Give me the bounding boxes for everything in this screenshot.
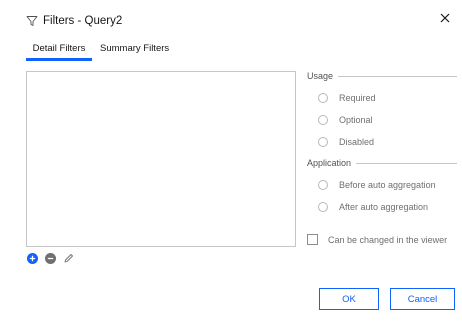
radio-label: Disabled: [339, 137, 375, 147]
cancel-button[interactable]: Cancel: [390, 288, 455, 310]
dialog-title: Filters - Query2: [43, 15, 123, 27]
radio-before-auto-aggregation[interactable]: Before auto aggregation: [318, 179, 436, 191]
radio-circle[interactable]: [318, 115, 328, 125]
radio-label: After auto aggregation: [339, 202, 429, 212]
usage-divider: [338, 75, 457, 77]
radio-circle[interactable]: [318, 180, 328, 190]
application-heading: Application: [307, 157, 457, 169]
radio-circle[interactable]: [318, 137, 328, 147]
ok-button[interactable]: OK: [319, 288, 379, 310]
viewer-checkbox-row[interactable]: Can be changed in the viewer: [307, 234, 447, 245]
radio-circle[interactable]: [318, 202, 328, 212]
usage-heading: Usage: [307, 70, 457, 82]
filter-actions: [27, 253, 74, 264]
application-divider: [356, 162, 457, 164]
radio-disabled[interactable]: Disabled: [318, 136, 374, 148]
close-icon: [440, 10, 450, 28]
edit-icon[interactable]: [63, 253, 74, 264]
filter-list[interactable]: [26, 71, 296, 247]
radio-optional[interactable]: Optional: [318, 114, 373, 126]
radio-circle[interactable]: [318, 93, 328, 103]
radio-required[interactable]: Required: [318, 92, 376, 104]
add-icon[interactable]: [27, 253, 38, 264]
tab-detail-filters[interactable]: Detail Filters: [26, 41, 92, 61]
radio-label: Required: [339, 93, 376, 103]
filters-dialog: Filters - Query2 Detail Filters Summary …: [0, 0, 462, 325]
radio-label: Optional: [339, 115, 373, 125]
filter-tabs: Detail Filters Summary Filters: [26, 41, 169, 61]
tab-summary-filters[interactable]: Summary Filters: [100, 41, 169, 61]
viewer-checkbox-label: Can be changed in the viewer: [328, 234, 448, 245]
dialog-header: Filters - Query2: [26, 12, 122, 30]
radio-label: Before auto aggregation: [339, 180, 436, 190]
filter-icon: [26, 15, 38, 27]
close-button[interactable]: [437, 11, 453, 27]
radio-after-auto-aggregation[interactable]: After auto aggregation: [318, 201, 428, 213]
remove-icon[interactable]: [45, 253, 56, 264]
viewer-checkbox[interactable]: [307, 234, 318, 245]
